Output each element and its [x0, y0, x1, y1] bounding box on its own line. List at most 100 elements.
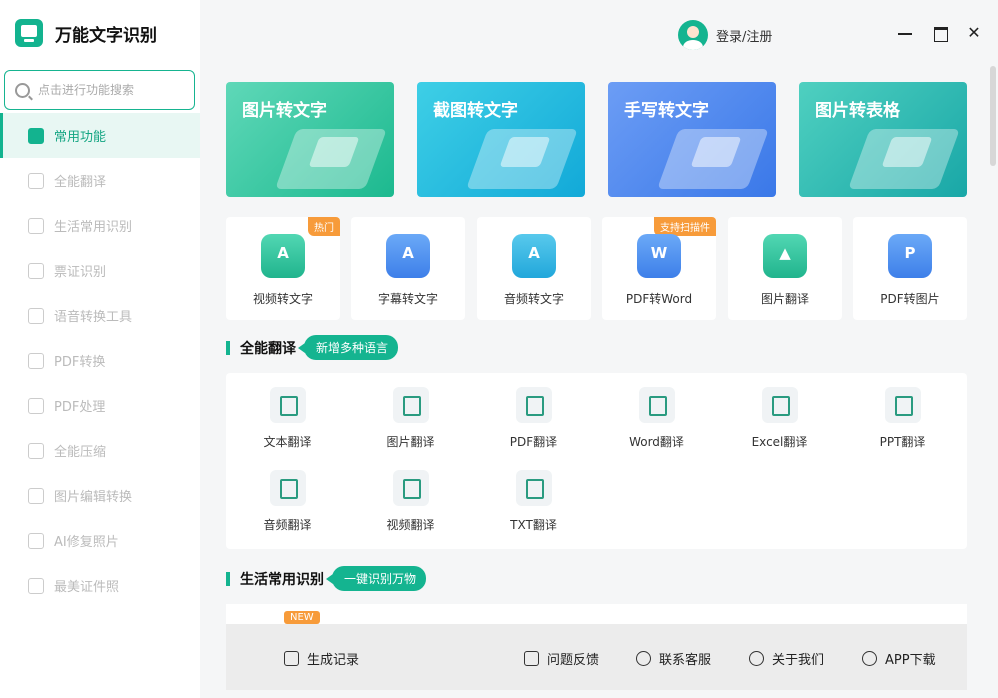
records-button[interactable]: 生成记录: [284, 649, 359, 668]
info-icon: [749, 651, 764, 666]
image-doc-icon: [392, 387, 429, 423]
sidebar-item-label: 语音转换工具: [54, 310, 133, 325]
sidebar-item-id-photo[interactable]: 最美证件照: [0, 563, 200, 608]
section-tag: 新增多种语言: [297, 335, 399, 360]
translate-text[interactable]: 文本翻译: [226, 387, 349, 450]
section-title: 生活常用识别: [240, 571, 324, 588]
translate-label: PDF翻译: [509, 435, 558, 449]
card-label: 图片转文字: [242, 101, 327, 121]
feedback-button[interactable]: 问题反馈: [524, 649, 599, 668]
pdf-image-icon: P: [888, 234, 932, 278]
translate-section-header: 全能翻译 新增多种语言: [226, 335, 399, 360]
scrollbar[interactable]: [990, 66, 996, 166]
translate-label: Word翻译: [629, 435, 684, 449]
sidebar-item-compress[interactable]: 全能压缩: [0, 428, 200, 473]
excel-doc-icon: [761, 387, 798, 423]
tool-video-to-text[interactable]: 热门 A 视频转文字: [226, 217, 340, 320]
tool-pdf-to-image[interactable]: P PDF转图片: [853, 217, 967, 320]
tool-image-translate[interactable]: ▲ 图片翻译: [728, 217, 842, 320]
sidebar-item-label: 生活常用识别: [54, 220, 133, 235]
sidebar-item-label: PDF转换: [54, 355, 106, 370]
close-button[interactable]: ✕: [965, 24, 983, 42]
search-box[interactable]: [4, 70, 195, 110]
translate-txt[interactable]: TXT翻译: [472, 470, 595, 533]
scan-icon: [28, 217, 44, 234]
search-input[interactable]: [38, 83, 178, 97]
tool-label: PDF转Word: [625, 292, 693, 306]
translate-excel[interactable]: Excel翻译: [718, 387, 841, 450]
tool-audio-to-text[interactable]: A 音频转文字: [477, 217, 591, 320]
translate-word[interactable]: Word翻译: [595, 387, 718, 450]
life-section-header: 生活常用识别 一键识别万物: [226, 566, 427, 591]
txt-doc-icon: [515, 470, 552, 506]
tool-pdf-to-word[interactable]: 支持扫描件 W PDF转Word: [602, 217, 716, 320]
compress-icon: [28, 442, 44, 459]
about-button[interactable]: 关于我们: [749, 649, 824, 668]
sidebar-item-common[interactable]: 常用功能: [0, 113, 200, 158]
sidebar-item-pdf-process[interactable]: PDF处理: [0, 383, 200, 428]
login-button[interactable]: 登录/注册: [678, 20, 772, 50]
sidebar-item-label: 全能翻译: [54, 175, 107, 190]
section-title: 全能翻译: [240, 340, 296, 357]
sidebar-item-label: 图片编辑转换: [54, 490, 133, 505]
translate-label: 视频翻译: [386, 518, 435, 532]
sidebar-item-ticket[interactable]: 票证识别: [0, 248, 200, 293]
sidebar-item-ai-photo[interactable]: AI修复照片: [0, 518, 200, 563]
word-doc-icon: [638, 387, 675, 423]
sidebar-item-life[interactable]: 生活常用识别: [0, 203, 200, 248]
sidebar-item-label: 票证识别: [54, 265, 107, 280]
minimize-button[interactable]: [896, 24, 914, 42]
chat-icon: [636, 651, 651, 666]
service-button[interactable]: 联系客服: [636, 649, 711, 668]
sidebar-item-image-edit[interactable]: 图片编辑转换: [0, 473, 200, 518]
card-label: 手写转文字: [624, 101, 709, 121]
id-photo-icon: [28, 577, 44, 594]
new-badge: NEW: [284, 611, 320, 624]
login-label: 登录/注册: [716, 29, 773, 45]
audio-text-icon: A: [512, 234, 556, 278]
translate-label: 图片翻译: [386, 435, 435, 449]
translate-video[interactable]: 视频翻译: [349, 470, 472, 533]
footer-bar: 生成记录 问题反馈 联系客服 关于我们 APP下载: [226, 624, 967, 690]
feedback-icon: [524, 651, 539, 666]
section-accent-bar: [226, 340, 230, 355]
sidebar-item-label: 常用功能: [54, 130, 107, 145]
app-download-button[interactable]: APP下载: [862, 649, 936, 668]
tool-label: PDF转图片: [880, 292, 940, 306]
card-image-to-text[interactable]: 图片转文字: [226, 82, 394, 197]
records-icon: [284, 651, 299, 666]
translate-pdf[interactable]: PDF翻译: [472, 387, 595, 450]
sidebar: 万能文字识别 常用功能 全能翻译 生活常用识别 票证识别 语音转换工具 PDF转…: [0, 0, 200, 698]
sidebar-item-label: 全能压缩: [54, 445, 107, 460]
tool-label: 图片翻译: [760, 292, 809, 306]
pdf-process-icon: [28, 397, 44, 414]
card-handwriting-to-text[interactable]: 手写转文字: [608, 82, 776, 197]
pdf-doc-icon: [515, 387, 552, 423]
sidebar-item-voice[interactable]: 语音转换工具: [0, 293, 200, 338]
pdf-icon: [28, 352, 44, 369]
ticket-icon: [28, 262, 44, 279]
section-accent-bar: [226, 571, 230, 586]
audio-doc-icon: [269, 470, 306, 506]
translate-label: 文本翻译: [263, 435, 312, 449]
sidebar-item-pdf-convert[interactable]: PDF转换: [0, 338, 200, 383]
card-screenshot-to-text[interactable]: 截图转文字: [417, 82, 585, 197]
translate-audio[interactable]: 音频翻译: [226, 470, 349, 533]
translate-label: PPT翻译: [879, 435, 926, 449]
hot-badge: 热门: [308, 217, 340, 236]
ai-photo-icon: [28, 532, 44, 549]
footer-label: APP下载: [885, 653, 936, 668]
footer-label: 生成记录: [307, 653, 360, 668]
tool-label: 音频转文字: [503, 292, 564, 306]
sidebar-item-label: PDF处理: [54, 400, 106, 415]
card-image-to-table[interactable]: 图片转表格: [799, 82, 967, 197]
translate-label: TXT翻译: [510, 518, 557, 532]
tool-subtitle-to-text[interactable]: A 字幕转文字: [351, 217, 465, 320]
translate-ppt[interactable]: PPT翻译: [841, 387, 964, 450]
translate-image[interactable]: 图片翻译: [349, 387, 472, 450]
sidebar-item-translate[interactable]: 全能翻译: [0, 158, 200, 203]
card-label: 图片转表格: [815, 101, 900, 121]
maximize-button[interactable]: [932, 24, 950, 42]
pdf-word-icon: W: [637, 234, 681, 278]
card-label: 截图转文字: [433, 101, 518, 121]
